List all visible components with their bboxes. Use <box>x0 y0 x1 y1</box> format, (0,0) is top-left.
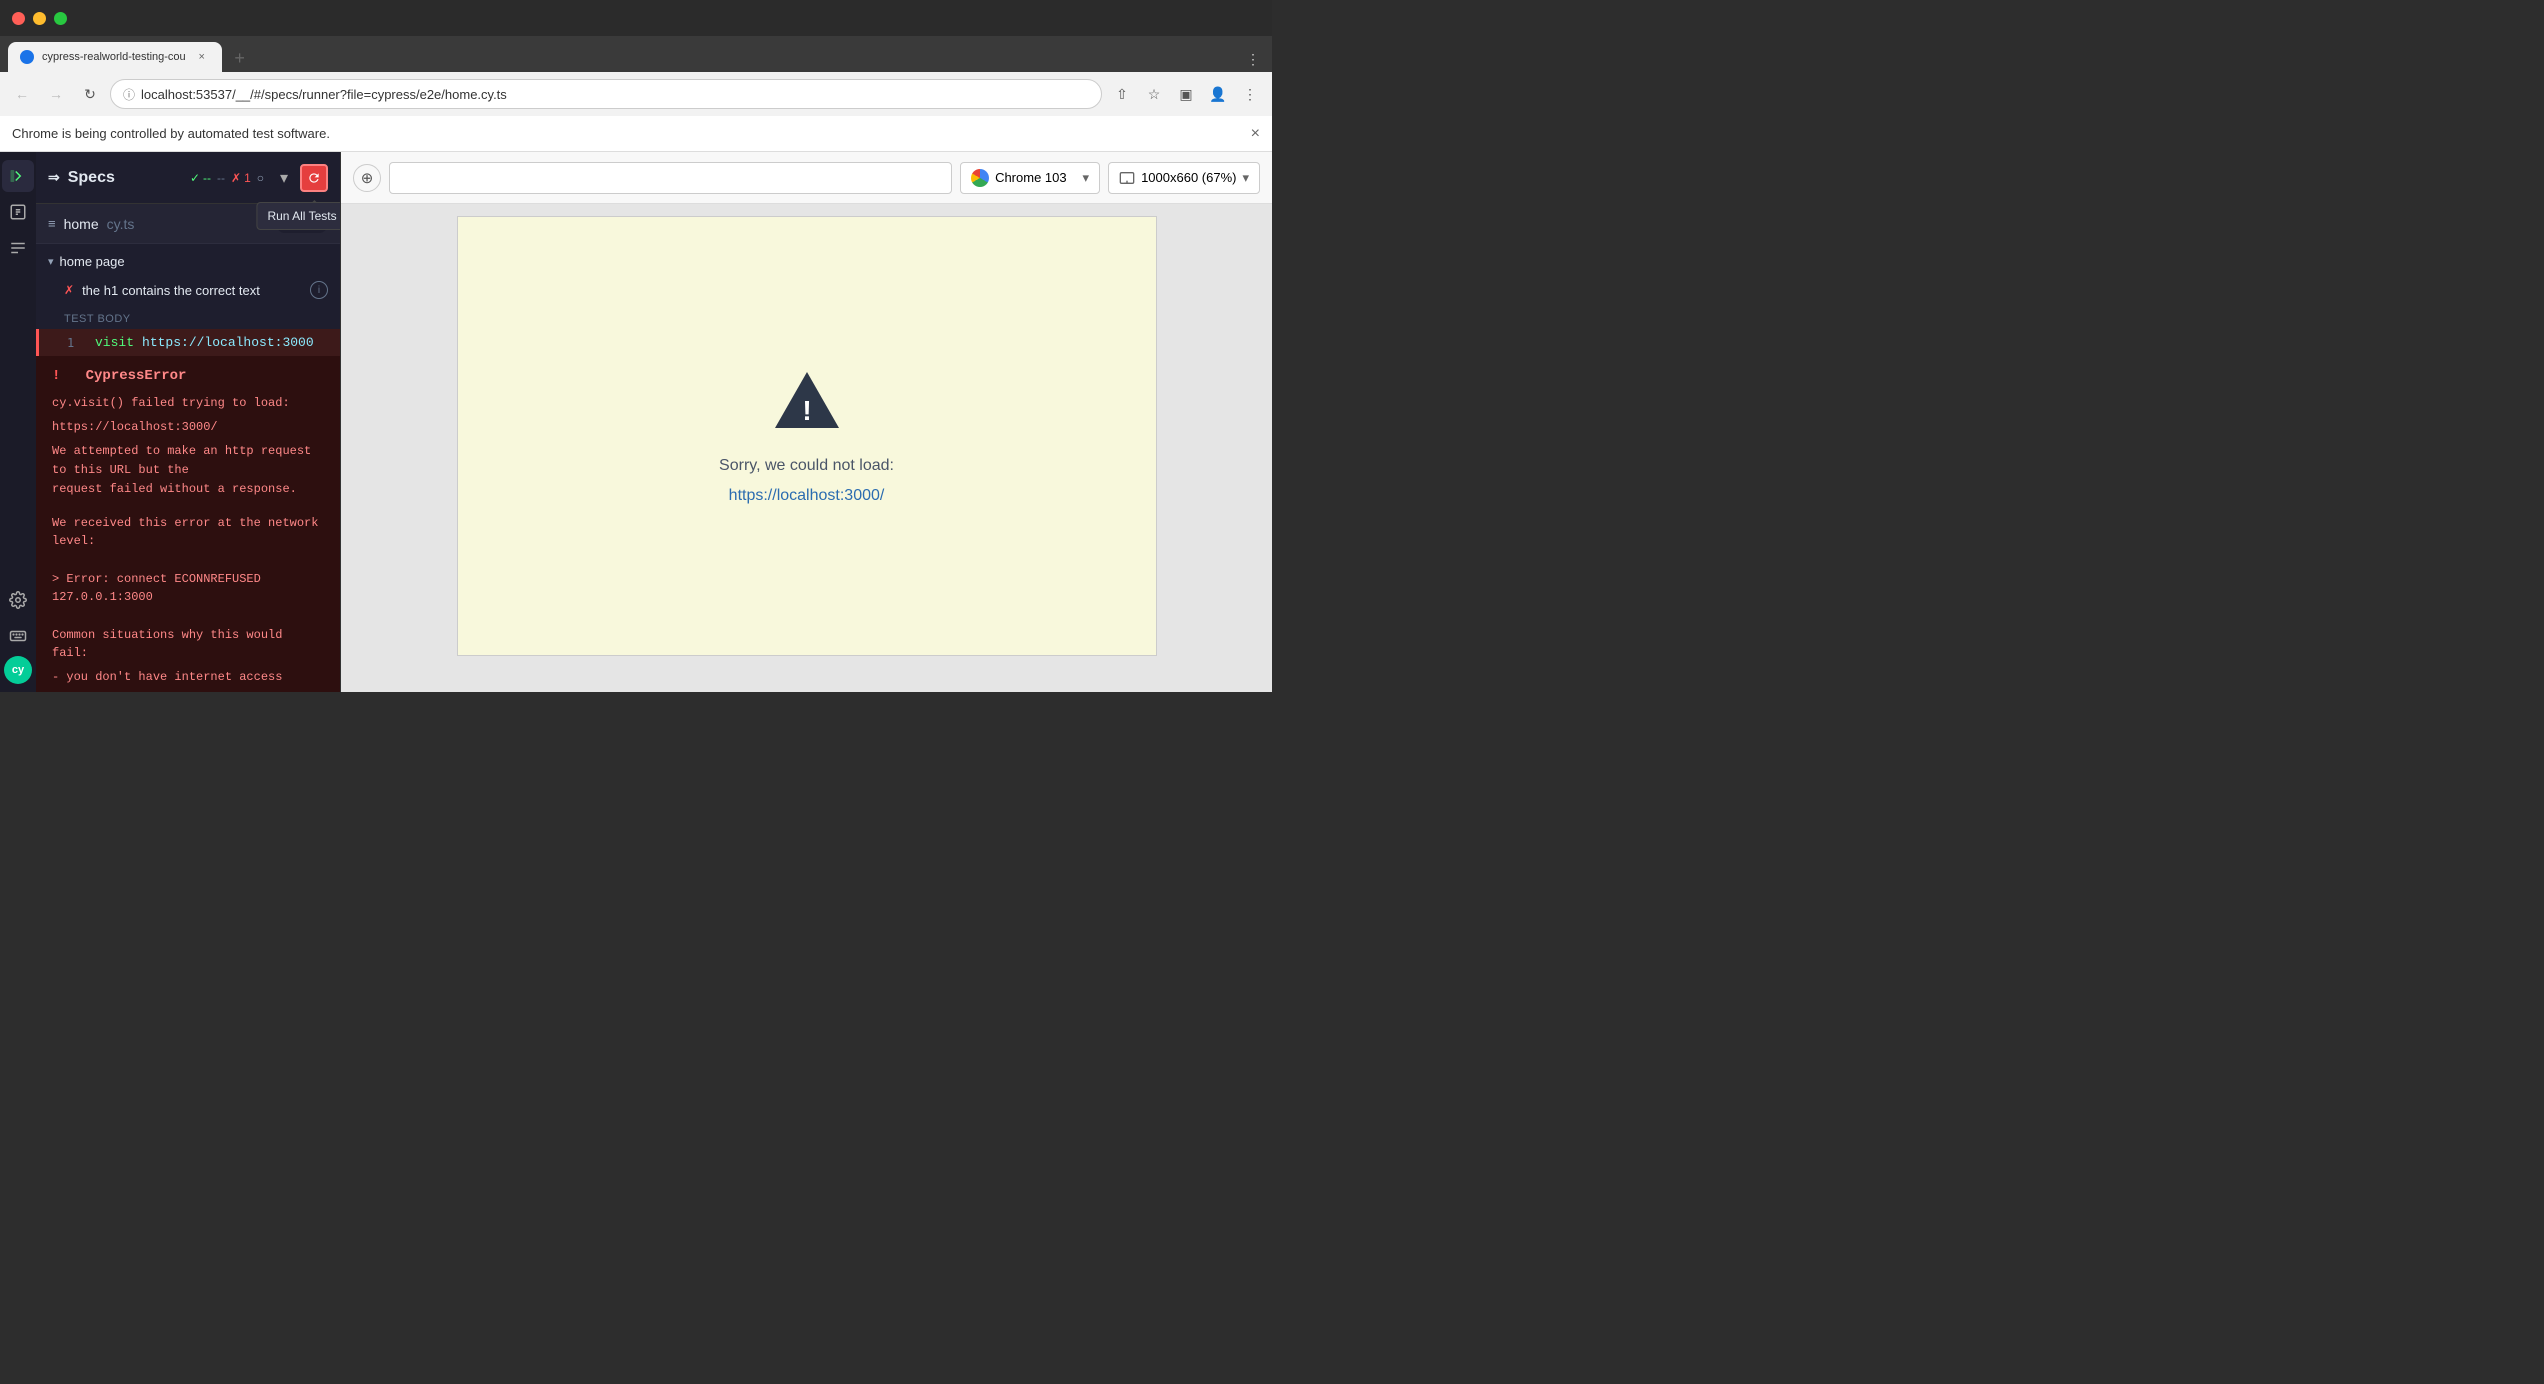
error-line-8: - you don't have internet access <box>52 668 324 686</box>
lock-icon: ⓘ <box>123 86 135 103</box>
error-line-1: cy.visit() failed trying to load: <box>52 394 324 412</box>
file-name: home <box>64 216 99 232</box>
error-line-7: Common situations why this would fail: <box>52 626 324 662</box>
preview-toolbar: ⊕ Chrome 103 ▾ 1000x660 (67%) ▾ <box>341 152 1272 204</box>
preview-url-bar[interactable] <box>389 162 952 194</box>
error-url: https://localhost:3000/ <box>52 420 218 434</box>
automated-test-bar: Chrome is being controlled by automated … <box>0 116 1272 152</box>
viewport-label: 1000x660 (67%) <box>1141 170 1236 185</box>
command-name: visit <box>95 335 134 350</box>
tab-grid-icon[interactable]: ▣ <box>1172 80 1200 108</box>
command-number: 1 <box>67 336 87 350</box>
test-body-label: TEST BODY <box>36 309 340 329</box>
preview-area: ⊕ Chrome 103 ▾ 1000x660 (67%) ▾ <box>341 152 1272 692</box>
test-info-icon[interactable]: i <box>310 281 328 299</box>
error-title-text: CypressError <box>86 368 187 384</box>
viewport-selector[interactable]: 1000x660 (67%) ▾ <box>1108 162 1260 194</box>
run-all-tests-tooltip: Run All Tests R <box>256 202 341 230</box>
test-fail-icon: ✗ <box>64 283 74 297</box>
svg-text:!: ! <box>802 395 811 426</box>
bookmark-icon[interactable]: ☆ <box>1140 80 1168 108</box>
share-icon[interactable]: ⇧ <box>1108 80 1136 108</box>
specs-label-text: Specs <box>68 169 115 187</box>
preview-iframe: ! Sorry, we could not load: https://loca… <box>457 216 1157 656</box>
test-item[interactable]: ✗ the h1 contains the correct text i <box>36 275 340 305</box>
cypress-sidebar: cy <box>0 152 36 692</box>
titlebar <box>0 0 1272 36</box>
fail-count: ✗ 1 <box>231 171 251 185</box>
sidebar-item-keyboard[interactable] <box>2 620 34 652</box>
sidebar-item-settings[interactable] <box>2 584 34 616</box>
address-bar-row: ← → ↻ ⓘ localhost:53537/__/#/specs/runne… <box>0 72 1272 116</box>
suite-chevron-icon: ▾ <box>48 255 54 268</box>
dropdown-button[interactable]: ▾ <box>272 164 296 192</box>
error-line-6: > Error: connect ECONNREFUSED 127.0.0.1:… <box>52 570 324 606</box>
run-all-tests-button[interactable] <box>300 164 328 192</box>
command-row[interactable]: 1 visit https://localhost:3000 <box>36 329 340 356</box>
more-options-icon[interactable]: ⋮ <box>1236 80 1264 108</box>
automated-test-text: Chrome is being controlled by automated … <box>12 126 330 141</box>
forward-button[interactable]: → <box>42 80 70 108</box>
error-line-5: We received this error at the network le… <box>52 514 324 550</box>
maximize-traffic-light[interactable] <box>54 12 67 25</box>
x-icon: ✗ <box>231 171 241 185</box>
file-ext: cy.ts <box>107 216 135 232</box>
reload-button[interactable]: ↻ <box>76 80 104 108</box>
panel-header: ⇒ Specs ✓ -- -- ✗ 1 ○ <box>36 152 340 204</box>
error-excl-icon: ! <box>52 368 60 384</box>
test-title: the h1 contains the correct text <box>82 283 302 298</box>
error-triangle-icon: ! <box>771 368 843 445</box>
tab-title: cypress-realworld-testing-cou <box>42 51 186 63</box>
preview-target-icon[interactable]: ⊕ <box>353 164 381 192</box>
browser-menu-icon[interactable]: ⋮ <box>1242 47 1264 72</box>
browser-tab[interactable]: cypress-realworld-testing-cou × <box>8 42 222 72</box>
tab-bar: cypress-realworld-testing-cou × + ⋮ <box>0 36 1272 72</box>
viewport-icon <box>1119 170 1135 186</box>
address-input[interactable]: ⓘ localhost:53537/__/#/specs/runner?file… <box>110 79 1102 109</box>
file-icon: ≡ <box>48 216 56 231</box>
new-tab-button[interactable]: + <box>226 44 254 72</box>
back-button[interactable]: ← <box>8 80 36 108</box>
browser-dropdown-icon: ▾ <box>1083 170 1090 186</box>
chrome-icon <box>971 169 989 187</box>
specs-title: ⇒ Specs <box>48 169 182 187</box>
minimize-traffic-light[interactable] <box>33 12 46 25</box>
error-line-2: https://localhost:3000/ <box>52 418 324 436</box>
command-arg: https://localhost:3000 <box>142 335 314 350</box>
tab-close-button[interactable]: × <box>194 49 210 65</box>
tab-favicon <box>20 50 34 64</box>
cypress-panel: ⇒ Specs ✓ -- -- ✗ 1 ○ <box>36 152 341 692</box>
error-page-text: Sorry, we could not load: <box>719 457 894 475</box>
sidebar-item-debug[interactable] <box>2 232 34 264</box>
sidebar-item-runs[interactable] <box>2 196 34 228</box>
automated-test-close-button[interactable]: × <box>1251 125 1260 143</box>
pending-count: ○ <box>257 171 264 185</box>
test-counts: ✓ -- -- ✗ 1 ○ <box>190 171 264 185</box>
profile-icon[interactable]: 👤 <box>1204 80 1232 108</box>
viewport-dropdown-icon: ▾ <box>1242 170 1249 186</box>
address-text: localhost:53537/__/#/specs/runner?file=c… <box>141 87 1089 102</box>
error-block: ! CypressError cy.visit() failed trying … <box>36 356 340 692</box>
panel-toolbar: ▾ Run All Tests R <box>272 164 328 192</box>
test-body: TEST BODY 1 visit https://localhost:3000 <box>36 309 340 356</box>
browser-selector[interactable]: Chrome 103 ▾ <box>960 162 1100 194</box>
close-traffic-light[interactable] <box>12 12 25 25</box>
error-title: ! CypressError <box>52 368 324 384</box>
test-suite: ▾ home page ✗ the h1 contains the correc… <box>36 244 340 309</box>
browser-label: Chrome 103 <box>995 170 1067 185</box>
main-content: cy ⇒ Specs ✓ -- -- ✗ 1 <box>0 152 1272 692</box>
check-icon: ✓ <box>190 171 200 185</box>
suite-header[interactable]: ▾ home page <box>36 248 340 275</box>
test-results: ▾ home page ✗ the h1 contains the correc… <box>36 244 340 692</box>
pass-count: ✓ -- <box>190 171 211 185</box>
suite-title: home page <box>60 254 125 269</box>
preview-frame: ! Sorry, we could not load: https://loca… <box>341 204 1272 692</box>
error-page-link[interactable]: https://localhost:3000/ <box>729 487 885 505</box>
error-desc-1: We attempted to make an http request to … <box>52 442 324 500</box>
cypress-logo[interactable]: cy <box>4 656 32 684</box>
specs-arrow-icon: ⇒ <box>48 169 60 186</box>
sidebar-item-specs[interactable] <box>2 160 34 192</box>
